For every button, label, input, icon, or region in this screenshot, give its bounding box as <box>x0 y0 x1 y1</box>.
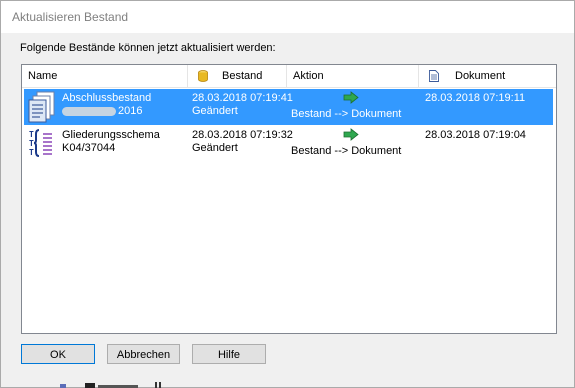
ok-button[interactable]: OK <box>21 344 95 364</box>
update-dialog: Aktualisieren Bestand Folgende Bestände … <box>0 0 575 388</box>
row-name-line2: 2016 <box>118 105 143 117</box>
row-name-line2-wrap: 2016 <box>62 105 142 118</box>
instruction-text: Folgende Bestände können jetzt aktualisi… <box>20 42 276 54</box>
document-stack-icon <box>28 91 55 123</box>
dialog-title: Aktualisieren Bestand <box>12 10 129 24</box>
row-aktion: Bestand --> Dokument <box>291 145 402 157</box>
row-dokument-time: 28.03.2018 07:19:11 <box>425 92 526 104</box>
row-aktion: Bestand --> Dokument <box>291 108 402 120</box>
column-header-name[interactable]: Name <box>22 65 188 87</box>
database-icon <box>198 70 208 82</box>
column-header-bestand[interactable]: Bestand <box>188 65 287 87</box>
svg-text:T: T <box>29 148 34 157</box>
row-name-line2: K04/37044 <box>62 142 116 154</box>
column-header-bestand-label: Bestand <box>222 70 263 82</box>
svg-text:T: T <box>29 139 34 148</box>
redacted-text <box>62 106 116 116</box>
table-row-gliederungsschema[interactable]: T T T Gliederungsschema K04/37044 28.03.… <box>24 126 553 162</box>
row-bestand-status: Geändert <box>192 105 238 117</box>
row-name-line1: Gliederungsschema <box>62 129 160 141</box>
column-header-aktion[interactable]: Aktion <box>287 65 419 87</box>
arrow-right-icon <box>343 91 359 104</box>
list-header: Name Bestand Aktion Dokument <box>22 65 556 88</box>
document-icon <box>429 70 439 82</box>
row-bestand-time: 28.03.2018 07:19:41 <box>192 92 293 104</box>
column-header-name-label: Name <box>28 70 58 82</box>
row-name-line1: Abschlussbestand <box>62 92 152 104</box>
inventory-list[interactable]: Name Bestand Aktion Dokument Abschlussbe… <box>21 64 557 334</box>
arrow-right-icon <box>343 128 359 141</box>
row-bestand-status: Geändert <box>192 142 238 154</box>
column-header-aktion-label: Aktion <box>293 70 324 82</box>
dialog-titlebar: Aktualisieren Bestand <box>1 1 574 33</box>
column-header-dokument[interactable]: Dokument <box>419 65 554 87</box>
table-row-abschlussbestand[interactable]: Abschlussbestand 2016 28.03.2018 07:19:4… <box>24 89 553 125</box>
column-header-dokument-label: Dokument <box>455 70 506 82</box>
help-button[interactable]: Hilfe <box>192 344 266 364</box>
background-window-fragment-bottom <box>60 382 161 388</box>
row-dokument-time: 28.03.2018 07:19:04 <box>425 129 526 141</box>
svg-text:T: T <box>29 130 34 139</box>
row-bestand-time: 28.03.2018 07:19:32 <box>192 129 293 141</box>
cancel-button[interactable]: Abbrechen <box>107 344 180 364</box>
outline-schema-icon: T T T <box>29 129 52 157</box>
